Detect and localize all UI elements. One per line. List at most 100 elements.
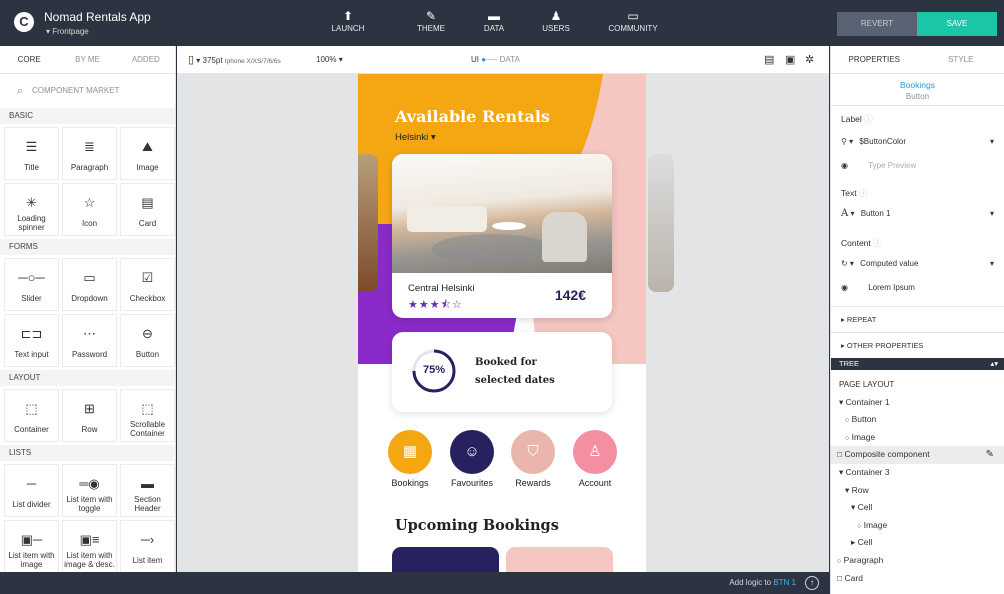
layout-icon[interactable]: ▤ (764, 46, 774, 74)
component-list-image-desc[interactable]: ▣≡ List item with image & desc. (62, 520, 117, 573)
bookings-button[interactable]: ▦ (388, 430, 432, 474)
tree-item[interactable]: ▾ Container 3 (831, 464, 1004, 482)
tab-properties[interactable]: PROPERTIES (831, 46, 918, 73)
bookings-label: Bookings (391, 478, 429, 488)
row-icon: ⊞ (84, 401, 95, 416)
tree-prefix: ▾ (845, 484, 850, 495)
component-label: Card (138, 219, 157, 228)
tree-item[interactable]: ○ Button (831, 411, 1004, 429)
repeat-section[interactable]: ▸ REPEAT (831, 306, 1004, 332)
tab-by-me[interactable]: BY ME (58, 46, 116, 73)
save-button[interactable]: SAVE (917, 12, 997, 36)
tree-item-selected[interactable]: □ Composite component ✎ (831, 446, 1004, 464)
page-selector[interactable]: ▾ Frontpage (46, 27, 89, 36)
device-selector[interactable]: ▯ ▾ 375pt Iphone X/XS/7/6/6s (188, 46, 281, 76)
city-selector[interactable]: Helsinki ▾ (395, 132, 436, 143)
info-icon: ⓘ (873, 238, 882, 248)
component-container[interactable]: ⬚ Container (4, 389, 59, 442)
bug-icon[interactable]: ✲ (805, 46, 814, 74)
tab-added[interactable]: ADDED (117, 46, 175, 73)
tree-header: TREE ▴▾ (831, 358, 1004, 370)
rewards-button[interactable]: ⛉ (511, 430, 555, 474)
favourites-button[interactable]: ☺ (450, 430, 494, 474)
component-button[interactable]: ⊖ Button (120, 314, 175, 367)
tree-item[interactable]: ▾ Cell (831, 499, 1004, 517)
nav-community[interactable]: ▭ COMMUNITY (603, 8, 663, 33)
collapse-icon[interactable]: ▴▾ (990, 358, 998, 370)
tab-style[interactable]: STYLE (918, 46, 1004, 73)
revert-button[interactable]: REVERT (837, 12, 917, 36)
upcoming-heading: Upcoming Bookings (395, 517, 559, 534)
listing-name: Central Helsinki (408, 283, 475, 294)
tree-item[interactable]: ○ Paragraph (831, 552, 1004, 570)
nav-users[interactable]: ♟ USERS (526, 8, 586, 33)
tree-item[interactable]: ▾ Container 1 (831, 394, 1004, 412)
rental-card[interactable]: Central Helsinki ★★★⯪☆ 142€ (392, 154, 612, 318)
chevron-down-icon: ▾ (989, 259, 994, 268)
top-bar: C Nomad Rentals App ▾ Frontpage ⬆ LAUNCH … (0, 0, 1004, 46)
nav-data[interactable]: ▬ DATA (464, 8, 524, 33)
app-logo-icon[interactable]: C (14, 12, 34, 32)
add-logic-link[interactable]: Add logic to BTN 1 (729, 572, 796, 594)
component-password[interactable]: ⋯ Password (62, 314, 117, 367)
refresh-icon: ↻ (841, 259, 848, 268)
preview-icon[interactable]: ▣ (785, 46, 795, 74)
other-properties-section[interactable]: ▸ OTHER PROPERTIES (831, 332, 1004, 358)
tree-item[interactable]: ○ Image (831, 517, 1004, 535)
tree-prefix: ○ (845, 434, 850, 442)
upcoming-card-1[interactable] (392, 547, 499, 572)
component-paragraph[interactable]: ≣ Paragraph (62, 127, 117, 180)
tree-label: Cell (857, 502, 873, 513)
device-name: Iphone X/XS/7/6/6s (224, 58, 281, 65)
tree-item[interactable]: ○ Image (831, 429, 1004, 447)
arrow-up-icon[interactable]: ↑ (805, 576, 819, 590)
component-checkbox[interactable]: ☑ Checkbox (120, 258, 175, 311)
info-icon: ⓘ (864, 114, 873, 124)
section-header-icon: ▬ (141, 476, 154, 491)
zoom-selector[interactable]: 100% ▾ (316, 46, 343, 74)
tab-core[interactable]: CORE (0, 46, 58, 73)
type-preview-input[interactable]: ◉ Type Preview (831, 154, 1004, 178)
rating-stars: ★★★⯪☆ (408, 299, 463, 311)
shield-icon: ⛉ (527, 443, 539, 460)
nav-launch[interactable]: ⬆ LAUNCH (318, 8, 378, 33)
button-icon: ⊖ (142, 326, 153, 341)
account-button[interactable]: ♙ (573, 430, 617, 474)
component-slider[interactable]: ─○─ Slider (4, 258, 59, 311)
component-list-divider[interactable]: ─ List divider (4, 464, 59, 517)
component-list-toggle[interactable]: ═◉ List item with toggle (62, 464, 117, 517)
component-row[interactable]: ⊞ Row (62, 389, 117, 442)
tree-item[interactable]: □ Card (831, 570, 1004, 588)
label-binding-select[interactable]: ⚲ ▾ $ButtonColor ▾ (831, 130, 1004, 154)
nav-theme[interactable]: ✎ THEME (401, 8, 461, 33)
component-text-input[interactable]: ⊏⊐ Text input (4, 314, 59, 367)
component-dropdown[interactable]: ▭ Dropdown (62, 258, 117, 311)
component-list-item[interactable]: ─› List item (120, 520, 175, 573)
component-section-header[interactable]: ▬ Section Header (120, 464, 175, 517)
component-scrollable-container[interactable]: ⬚ Scrollable Container (120, 389, 175, 442)
text-select[interactable]: A ▾ Button 1 ▾ (831, 202, 1004, 226)
ui-data-toggle[interactable]: UI ●── DATA (471, 46, 520, 74)
content-preview-value: Lorem Ipsum (868, 283, 915, 292)
component-loading-spinner[interactable]: ✳ Loading spinner (4, 183, 59, 236)
content-value: Computed value (860, 259, 919, 268)
tree-item[interactable]: ▾ Row (831, 482, 1004, 500)
data-label: DATA (499, 55, 520, 64)
nav-users-label: USERS (542, 24, 570, 33)
chevron-down-icon: ▾ (989, 137, 994, 146)
component-image[interactable]: ⛰ Image (120, 127, 175, 180)
tree-item[interactable]: PAGE LAYOUT (831, 376, 1004, 394)
component-list-image[interactable]: ▣─ List item with image (4, 520, 59, 573)
tree-label: Composite component (844, 449, 930, 460)
component-card[interactable]: ▤ Card (120, 183, 175, 236)
account-label: Account (578, 478, 612, 488)
upcoming-card-2[interactable] (506, 547, 613, 572)
component-title[interactable]: ☰ Title (4, 127, 59, 180)
component-search-input[interactable]: ⌕ COMPONENT MARKET (0, 74, 175, 108)
edit-pencil-icon[interactable]: ✎ (986, 446, 994, 464)
content-select[interactable]: ↻ ▾ Computed value ▾ (831, 252, 1004, 276)
component-icon[interactable]: ☆ Icon (62, 183, 117, 236)
text-value: Button 1 (860, 209, 891, 218)
canvas: Available Rentals Helsinki ▾ Central Hel… (177, 74, 829, 572)
tree-item[interactable]: ▸ Cell (831, 534, 1004, 552)
